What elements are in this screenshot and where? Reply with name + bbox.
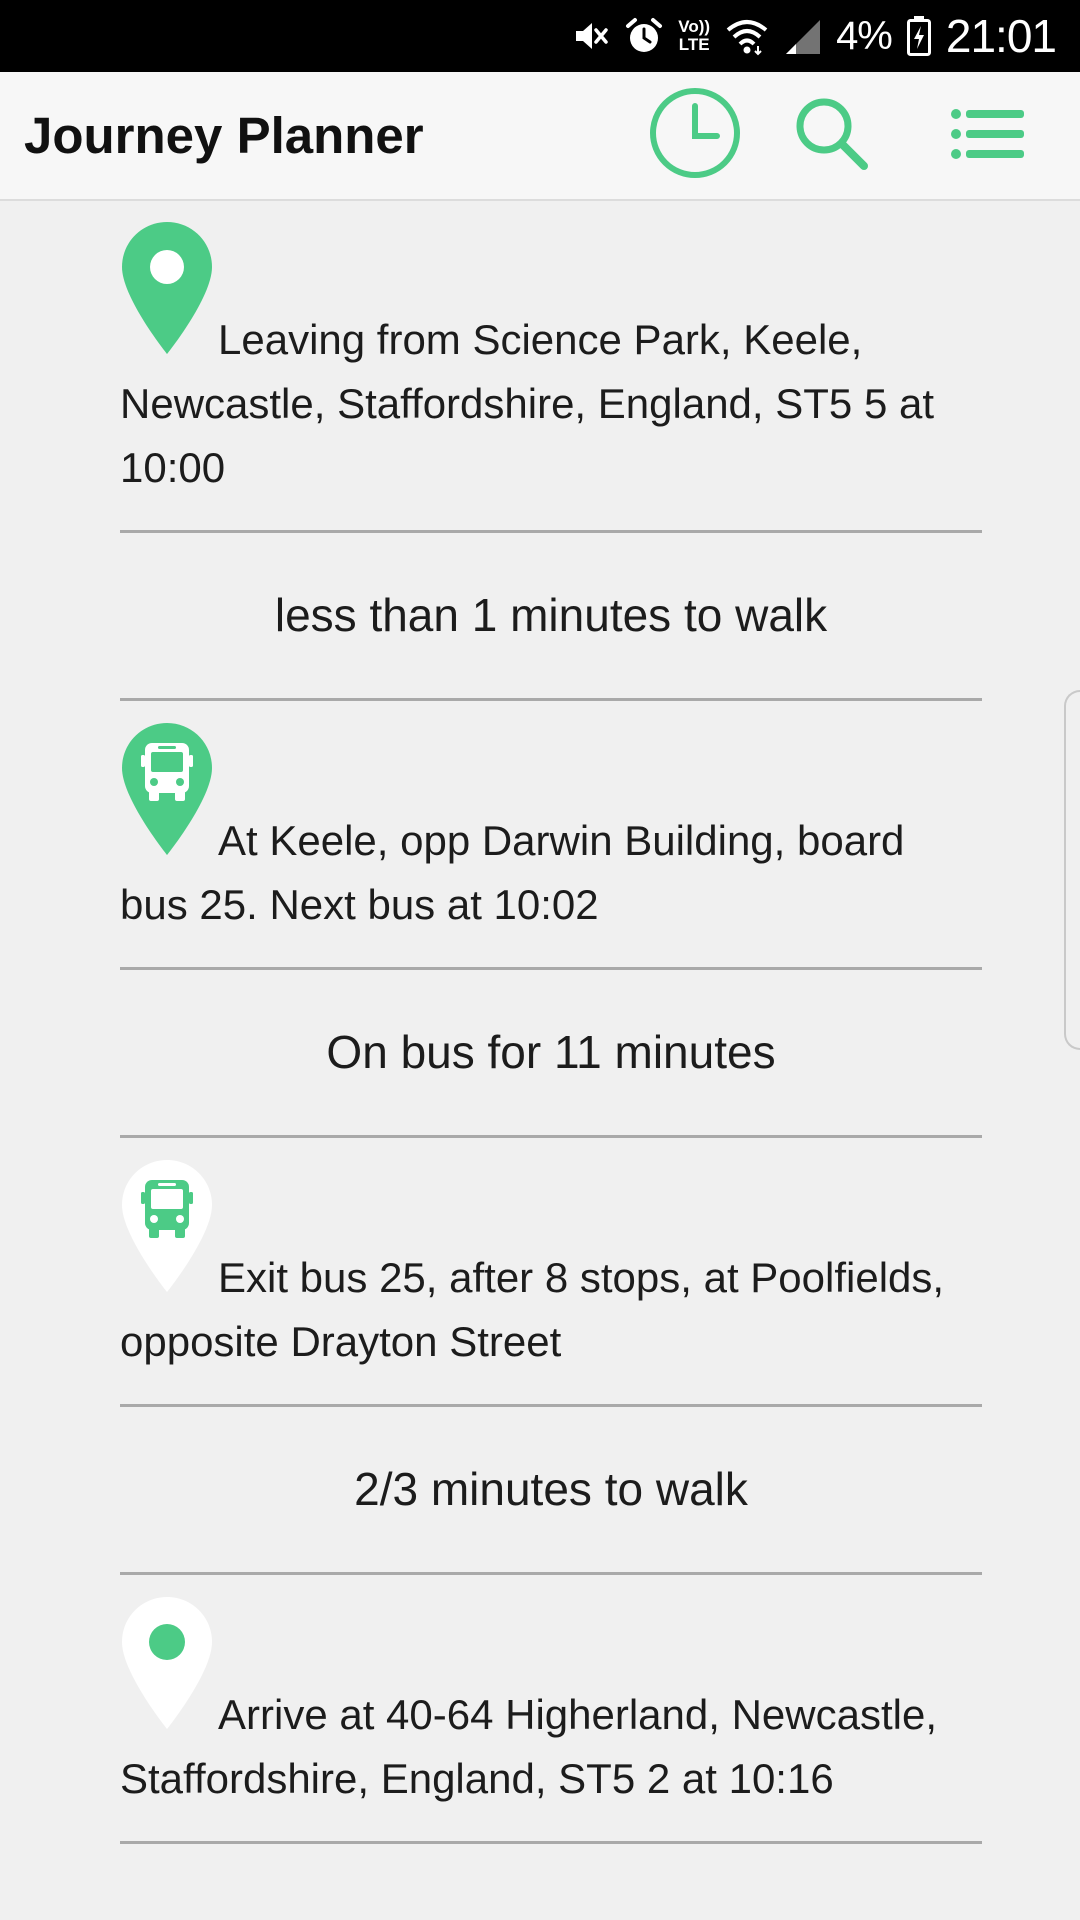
step-text: Exit bus 25, after 8 stops, at Poolfield…: [120, 1254, 945, 1365]
edge-panel-handle[interactable]: [1064, 690, 1080, 1050]
search-icon: [792, 94, 872, 174]
journey-step-board-bus: At Keele, opp Darwin Building, board bus…: [120, 701, 982, 970]
leg-text: less than 1 minutes to walk: [274, 589, 828, 641]
status-time: 21:01: [945, 10, 1057, 62]
menu-button[interactable]: [950, 106, 1026, 162]
bus-pin-icon: [120, 1158, 214, 1294]
step-text: Arrive at 40-64 Higherland, Newcastle, S…: [120, 1691, 938, 1802]
bus-pin-icon: [120, 721, 214, 857]
status-bar: Vo)) LTE 4% 21:01: [0, 0, 1080, 72]
journey-leg-walk: less than 1 minutes to walk: [120, 533, 982, 701]
page-title: Journey Planner: [24, 107, 424, 164]
volte-label-bottom: LTE: [678, 35, 710, 54]
search-button[interactable]: [792, 94, 872, 174]
volte-icon: Vo)) LTE: [678, 18, 710, 54]
signal-icon: [784, 16, 822, 56]
journey-step-exit-bus: Exit bus 25, after 8 stops, at Poolfield…: [120, 1138, 982, 1407]
list-menu-icon: [950, 106, 1026, 162]
journey-steps: Leaving from Science Park, Keele, Newcas…: [120, 200, 982, 1844]
journey-leg-bus: On bus for 11 minutes: [120, 970, 982, 1138]
journey-step-start: Leaving from Science Park, Keele, Newcas…: [120, 200, 982, 533]
app-bar: Journey Planner: [0, 72, 1080, 201]
journey-step-arrive: Arrive at 40-64 Higherland, Newcastle, S…: [120, 1575, 982, 1844]
leg-text: On bus for 11 minutes: [326, 1026, 776, 1078]
location-pin-icon: [120, 220, 214, 356]
volte-label-top: Vo)): [678, 17, 711, 36]
step-text: Leaving from Science Park, Keele, Newcas…: [120, 316, 934, 491]
journey-leg-walk: 2/3 minutes to walk: [120, 1407, 982, 1575]
destination-pin-icon: [120, 1595, 214, 1731]
clock-icon: [648, 86, 742, 180]
battery-charging-icon: [906, 15, 932, 57]
leg-text: 2/3 minutes to walk: [354, 1463, 748, 1515]
step-text: At Keele, opp Darwin Building, board bus…: [120, 817, 905, 928]
battery-percent: 4%: [836, 13, 893, 58]
wifi-icon: [724, 16, 770, 56]
alarm-icon: [624, 16, 664, 56]
history-button[interactable]: [648, 86, 742, 180]
status-icons: Vo)) LTE 4% 21:01: [570, 10, 1057, 62]
mute-icon: [570, 16, 610, 56]
